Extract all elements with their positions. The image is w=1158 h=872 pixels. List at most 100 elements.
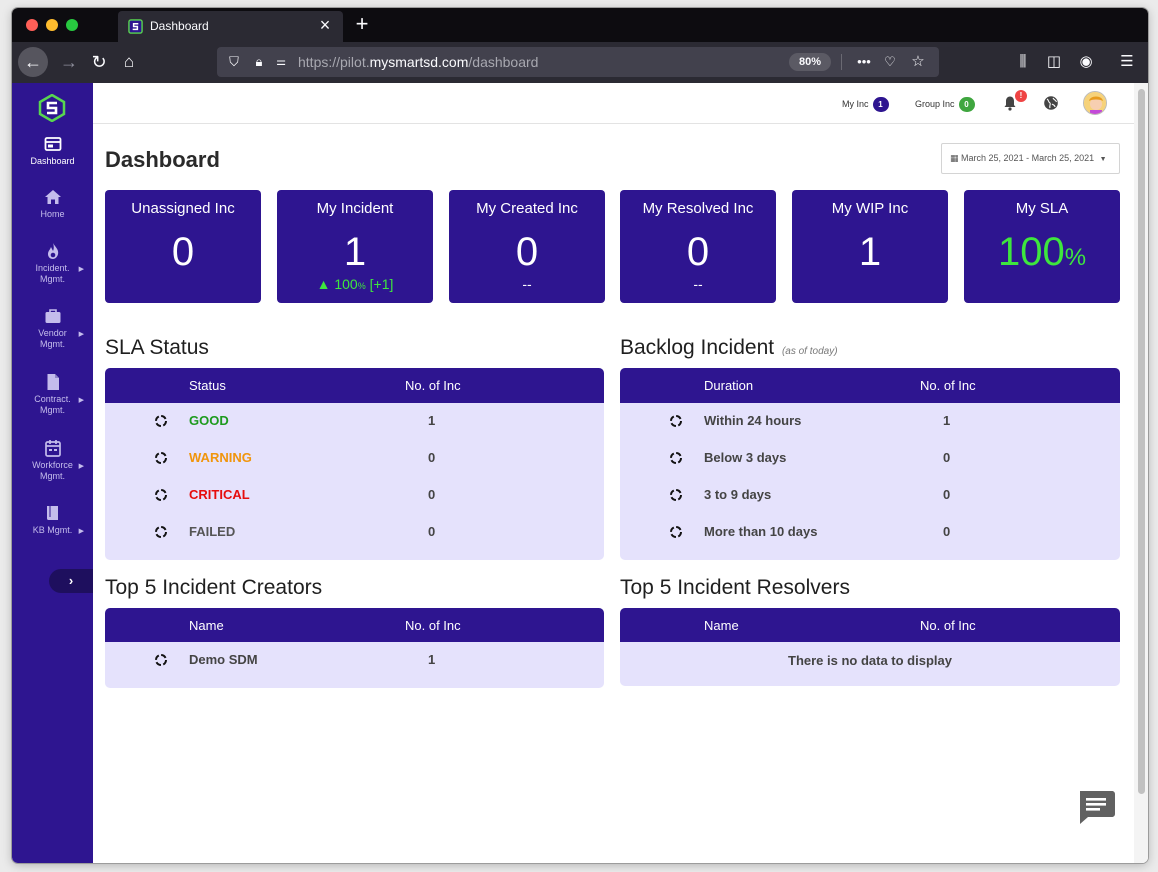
minimize-window-button[interactable]: [46, 19, 58, 31]
loading-spinner-icon: [155, 489, 167, 501]
card-my-created-inc[interactable]: My Created Inc 0 --: [449, 190, 605, 303]
close-window-button[interactable]: [26, 19, 38, 31]
sidebar-item-contract-mgmt[interactable]: Contract. Mgmt. ▶: [12, 373, 93, 416]
backlog-incident-title: Backlog Incident (as of today): [620, 336, 838, 359]
count-value: 1: [428, 652, 436, 667]
duration-label: More than 10 days: [704, 524, 818, 539]
loading-spinner-icon: [670, 526, 682, 538]
table-row[interactable]: 3 to 9 days 0: [620, 477, 1120, 514]
top-resolvers-table: Name No. of Inc There is no data to disp…: [620, 608, 1120, 686]
date-range-label: March 25, 2021 - March 25, 2021: [961, 153, 1095, 163]
chevron-right-icon: ▶: [78, 463, 84, 470]
permissions-icon[interactable]: ⚌: [272, 47, 290, 77]
card-trend: ▲ 100% [+1]: [316, 276, 394, 292]
card-value: 0: [171, 230, 195, 274]
card-unassigned-inc[interactable]: Unassigned Inc 0: [105, 190, 261, 303]
table-row[interactable]: WARNING 0: [105, 440, 604, 477]
sidebar-item-incident-mgmt[interactable]: Incident. Mgmt. ▶: [12, 242, 93, 285]
app-logo-icon[interactable]: [38, 94, 66, 122]
forward-button[interactable]: →: [56, 47, 82, 77]
library-icon[interactable]: ⫼: [1012, 47, 1034, 77]
card-title: My WIP Inc: [831, 200, 909, 217]
sidebar-item-kb-mgmt[interactable]: KB Mgmt. ▶: [12, 504, 93, 536]
sidebar-item-label: Contract. Mgmt.: [34, 394, 71, 415]
table-header: Name No. of Inc: [105, 608, 604, 642]
tab-strip: Dashboard × +: [12, 8, 1148, 42]
sidebar-item-label: Vendor Mgmt.: [38, 328, 67, 349]
notification-badge: !: [1015, 90, 1027, 102]
table-row[interactable]: FAILED 0: [105, 514, 604, 551]
shield-icon[interactable]: ⛉: [225, 47, 243, 77]
chat-icon[interactable]: [1077, 790, 1115, 824]
reload-button[interactable]: ↻: [86, 47, 112, 77]
loading-spinner-icon: [155, 452, 167, 464]
bookmark-star-icon[interactable]: ☆: [909, 47, 927, 77]
table-row[interactable]: Demo SDM 1: [105, 642, 604, 679]
column-header: No. of Inc: [920, 618, 976, 633]
card-my-sla[interactable]: My SLA 100%: [964, 190, 1120, 303]
globe-icon[interactable]: [1043, 95, 1059, 111]
table-row[interactable]: Within 24 hours 1: [620, 403, 1120, 440]
zoom-level[interactable]: 80%: [789, 53, 831, 71]
sidebar-item-vendor-mgmt[interactable]: Vendor Mgmt. ▶: [12, 307, 93, 350]
address-bar[interactable]: ⛉ 🔒︎ ⚌ https://pilot.mysmartsd.com/dashb…: [217, 47, 939, 77]
menu-icon[interactable]: ☰: [1116, 47, 1138, 77]
count-value: 0: [428, 450, 436, 465]
scrollbar-thumb[interactable]: [1138, 89, 1145, 794]
top-bar: My Inc 1 Group Inc 0 !: [93, 83, 1148, 124]
new-tab-button[interactable]: +: [350, 10, 374, 38]
sla-status-title: SLA Status: [105, 336, 209, 359]
browser-window: Dashboard × + ← → ↻ ⌂ ⛉ 🔒︎ ⚌ https://pil…: [12, 8, 1148, 863]
group-inc-counter[interactable]: Group Inc 0: [915, 97, 975, 112]
top-resolvers-title: Top 5 Incident Resolvers: [620, 576, 850, 599]
zoom-window-button[interactable]: [66, 19, 78, 31]
table-row[interactable]: Below 3 days 0: [620, 440, 1120, 477]
column-header: Status: [189, 378, 226, 393]
sidebar-item-dashboard[interactable]: Dashboard: [12, 135, 93, 167]
main-content: Dashboard ▦ March 25, 2021 - March 25, 2…: [93, 124, 1134, 863]
calendar-icon: [44, 440, 61, 457]
fire-icon: [47, 243, 58, 259]
sidebar-item-home[interactable]: Home: [12, 188, 93, 220]
card-title: Unassigned Inc: [131, 200, 235, 217]
page-title: Dashboard: [105, 147, 220, 172]
navigation-bar: ← → ↻ ⌂ ⛉ 🔒︎ ⚌ https://pilot.mysmartsd.c…: [12, 42, 1148, 83]
my-inc-badge: 1: [872, 97, 889, 112]
sidebar-toggle-icon[interactable]: ◫: [1043, 47, 1065, 77]
card-value: 1: [858, 230, 882, 274]
card-title: My Resolved Inc: [642, 200, 754, 217]
table-row[interactable]: More than 10 days 0: [620, 514, 1120, 551]
date-range-picker[interactable]: ▦ March 25, 2021 - March 25, 2021 ▼: [941, 143, 1120, 174]
user-avatar[interactable]: [1083, 91, 1107, 115]
tab-dashboard[interactable]: Dashboard ×: [118, 11, 343, 42]
card-my-wip-inc[interactable]: My WIP Inc 1: [792, 190, 948, 303]
tab-close-icon[interactable]: ×: [315, 15, 335, 35]
empty-state-message: There is no data to display: [788, 653, 952, 668]
duration-label: Within 24 hours: [704, 413, 802, 428]
table-row[interactable]: GOOD 1: [105, 403, 604, 440]
card-value: 0: [686, 230, 710, 274]
page-actions-icon[interactable]: •••: [853, 47, 875, 77]
back-button[interactable]: ←: [18, 47, 48, 77]
loading-spinner-icon: [155, 415, 167, 427]
chevron-right-icon: ▶: [78, 528, 84, 535]
tab-title: Dashboard: [150, 19, 209, 33]
sidebar-expand-button[interactable]: ›: [49, 569, 93, 593]
column-header: No. of Inc: [405, 618, 461, 633]
card-my-incident[interactable]: My Incident 1 ▲ 100% [+1]: [277, 190, 433, 303]
account-icon[interactable]: ◉: [1075, 47, 1097, 77]
card-value: 100%: [997, 230, 1087, 274]
home-button[interactable]: ⌂: [116, 47, 142, 77]
count-value: 0: [943, 487, 951, 502]
table-row[interactable]: CRITICAL 0: [105, 477, 604, 514]
url-text[interactable]: https://pilot.mysmartsd.com/dashboard: [298, 54, 538, 70]
status-label: FAILED: [189, 524, 236, 539]
loading-spinner-icon: [670, 452, 682, 464]
lock-icon[interactable]: 🔒︎: [250, 47, 268, 77]
sidebar-item-workforce-mgmt[interactable]: Workforce Mgmt. ▶: [12, 439, 93, 482]
pocket-icon[interactable]: ♡: [881, 47, 899, 77]
column-header: Duration: [704, 378, 754, 393]
card-my-resolved-inc[interactable]: My Resolved Inc 0 --: [620, 190, 776, 303]
my-inc-counter[interactable]: My Inc 1: [842, 97, 889, 112]
calendar-icon: ▦: [950, 153, 959, 163]
